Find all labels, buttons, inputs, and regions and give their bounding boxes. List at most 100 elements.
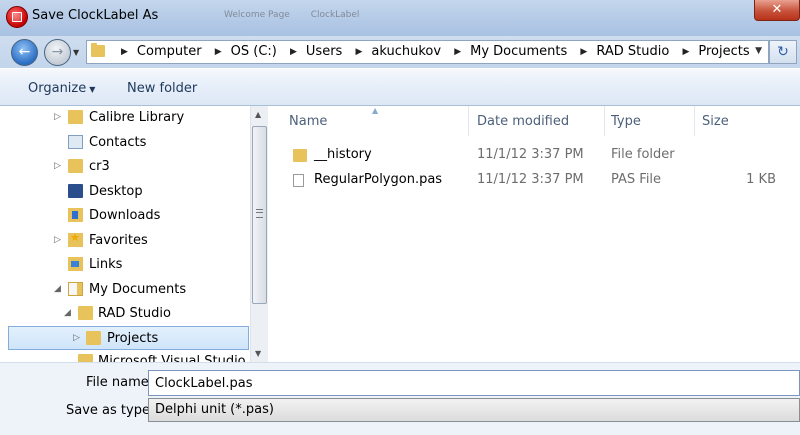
file-row[interactable]: __history 11/1/12 3:37 PM File folder (268, 144, 800, 168)
tree-item-label: Projects (107, 331, 159, 346)
contacts-icon (68, 135, 83, 149)
breadcrumb-akuchukov[interactable]: akuchukov (371, 44, 441, 59)
scrollbar-thumb[interactable] (252, 126, 267, 304)
app-icon (6, 6, 28, 28)
file-row[interactable]: RegularPolygon.pas 11/1/12 3:37 PM PAS F… (268, 169, 800, 193)
tree-item-visual-studio[interactable]: Microsoft Visual Studio 2005 (0, 350, 250, 362)
breadcrumb-separator-icon[interactable]: ▶ (682, 47, 689, 57)
tree-item-label: My Documents (89, 282, 187, 297)
collapse-icon[interactable]: ◢ (54, 284, 61, 294)
file-name: __history (314, 147, 372, 162)
navigation-pane: ▷ Calibre Library Contacts ▷ cr3 Desktop… (0, 106, 250, 362)
save-form: File name: Save as type: Delphi unit (*.… (0, 362, 800, 435)
tree-item-label: Calibre Library (89, 110, 185, 125)
file-date: 11/1/12 3:37 PM (477, 172, 584, 187)
folder-icon (293, 149, 307, 162)
breadcrumb-separator-icon[interactable]: ▶ (355, 47, 362, 57)
file-list: ▲ Name Date modified Type Size __history… (268, 106, 800, 362)
expand-icon[interactable]: ▷ (54, 112, 61, 122)
new-folder-button[interactable]: New folder (127, 81, 197, 96)
tree-item-favorites[interactable]: ▷ Favorites (0, 229, 250, 253)
breadcrumb-computer[interactable]: Computer (137, 44, 202, 59)
command-toolbar: Organize ▼ New folder (0, 68, 800, 106)
organize-label: Organize (28, 81, 87, 96)
tree-item-rad-studio[interactable]: ◢ RAD Studio (0, 302, 250, 326)
desktop-icon (68, 184, 83, 198)
collapse-icon[interactable]: ◢ (64, 308, 71, 318)
breadcrumb-os-c[interactable]: OS (C:) (231, 44, 277, 59)
background-tab: ClockLabel (310, 10, 360, 20)
tree-item-label: Contacts (89, 135, 147, 150)
refresh-button[interactable]: ↻ (769, 40, 797, 64)
tree-item-projects[interactable]: ▷ Projects (8, 326, 249, 350)
file-name-field[interactable] (148, 370, 800, 396)
breadcrumb-my-documents[interactable]: My Documents (470, 44, 567, 59)
tree-item-label: cr3 (89, 159, 110, 174)
column-date-modified[interactable]: Date modified (477, 114, 569, 129)
breadcrumb-separator-icon[interactable]: ▶ (580, 47, 587, 57)
column-name[interactable]: Name (289, 114, 327, 129)
file-type: File folder (611, 147, 675, 162)
breadcrumb: ▶ Computer ▶ OS (C:) ▶ Users ▶ akuchukov ▶ My… (112, 44, 750, 59)
folder-icon (78, 354, 93, 362)
breadcrumb-separator-icon[interactable]: ▶ (290, 47, 297, 57)
column-divider[interactable] (694, 106, 695, 136)
breadcrumb-separator-icon[interactable]: ▶ (454, 47, 461, 57)
tree-item-label: Downloads (89, 208, 161, 223)
tree-item-calibre-library[interactable]: ▷ Calibre Library (0, 106, 250, 130)
chevron-down-icon: ▼ (89, 85, 96, 94)
folder-icon (78, 306, 93, 320)
breadcrumb-separator-icon[interactable]: ▶ (215, 47, 222, 57)
organize-button[interactable]: Organize ▼ (28, 81, 95, 96)
save-as-type-select[interactable]: Delphi unit (*.pas) (148, 398, 800, 422)
folder-icon (68, 159, 83, 173)
tree-item-label: Microsoft Visual Studio 2005 (98, 354, 250, 362)
documents-folder-icon (68, 282, 83, 296)
background-tabs: Welcome Page ClockLabel (224, 10, 377, 20)
file-type: PAS File (611, 172, 662, 187)
background-tab: Welcome Page (224, 10, 290, 20)
navigation-scrollbar[interactable]: ▲ ▼ (250, 106, 268, 362)
breadcrumb-projects[interactable]: Projects (698, 44, 749, 59)
breadcrumb-rad-studio[interactable]: RAD Studio (596, 44, 669, 59)
expand-icon[interactable]: ▷ (73, 333, 80, 343)
title-bar: Save ClockLabel As Welcome Page ClockLab… (0, 0, 800, 36)
folder-icon (68, 110, 83, 124)
back-button[interactable]: ← (11, 39, 38, 66)
recent-pages-chevron-icon[interactable]: ▼ (73, 48, 79, 57)
tree-item-cr3[interactable]: ▷ cr3 (0, 155, 250, 179)
close-button[interactable]: ✕ (754, 0, 800, 21)
tree-item-my-documents[interactable]: ◢ My Documents (0, 278, 250, 302)
tree-item-label: Links (89, 257, 123, 272)
tree-item-label: Desktop (89, 184, 143, 199)
column-divider[interactable] (604, 106, 605, 136)
address-dropdown-icon[interactable]: ▼ (755, 46, 762, 56)
save-as-type-label: Save as type: (66, 403, 155, 418)
navigation-bar: ← → ▼ ▶ Computer ▶ OS (C:) ▶ Users ▶ akuchuk… (0, 36, 800, 68)
window-title: Save ClockLabel As (32, 8, 159, 23)
links-icon (68, 257, 83, 271)
tree-item-desktop[interactable]: Desktop (0, 180, 250, 204)
sort-ascending-icon: ▲ (372, 106, 379, 115)
address-bar[interactable]: ▶ Computer ▶ OS (C:) ▶ Users ▶ akuchukov ▶ My… (86, 40, 769, 64)
column-divider[interactable] (468, 106, 469, 136)
document-icon (293, 174, 304, 187)
breadcrumb-users[interactable]: Users (306, 44, 342, 59)
expand-icon[interactable]: ▷ (54, 235, 61, 245)
column-type[interactable]: Type (611, 114, 641, 129)
tree-item-contacts[interactable]: Contacts (0, 131, 250, 155)
scroll-down-icon[interactable]: ▼ (255, 349, 261, 358)
file-size: 1 KB (746, 172, 776, 187)
column-header: ▲ Name Date modified Type Size (268, 106, 800, 136)
scroll-up-icon[interactable]: ▲ (255, 110, 261, 119)
downloads-icon (68, 208, 83, 222)
breadcrumb-separator-icon[interactable]: ▶ (121, 47, 128, 57)
file-name: RegularPolygon.pas (314, 172, 443, 187)
forward-button[interactable]: → (44, 39, 71, 66)
folder-icon (86, 331, 101, 345)
tree-item-links[interactable]: Links (0, 253, 250, 277)
file-name-label: File name: (86, 375, 154, 390)
column-size[interactable]: Size (702, 114, 729, 129)
expand-icon[interactable]: ▷ (54, 161, 61, 171)
tree-item-downloads[interactable]: Downloads (0, 204, 250, 228)
